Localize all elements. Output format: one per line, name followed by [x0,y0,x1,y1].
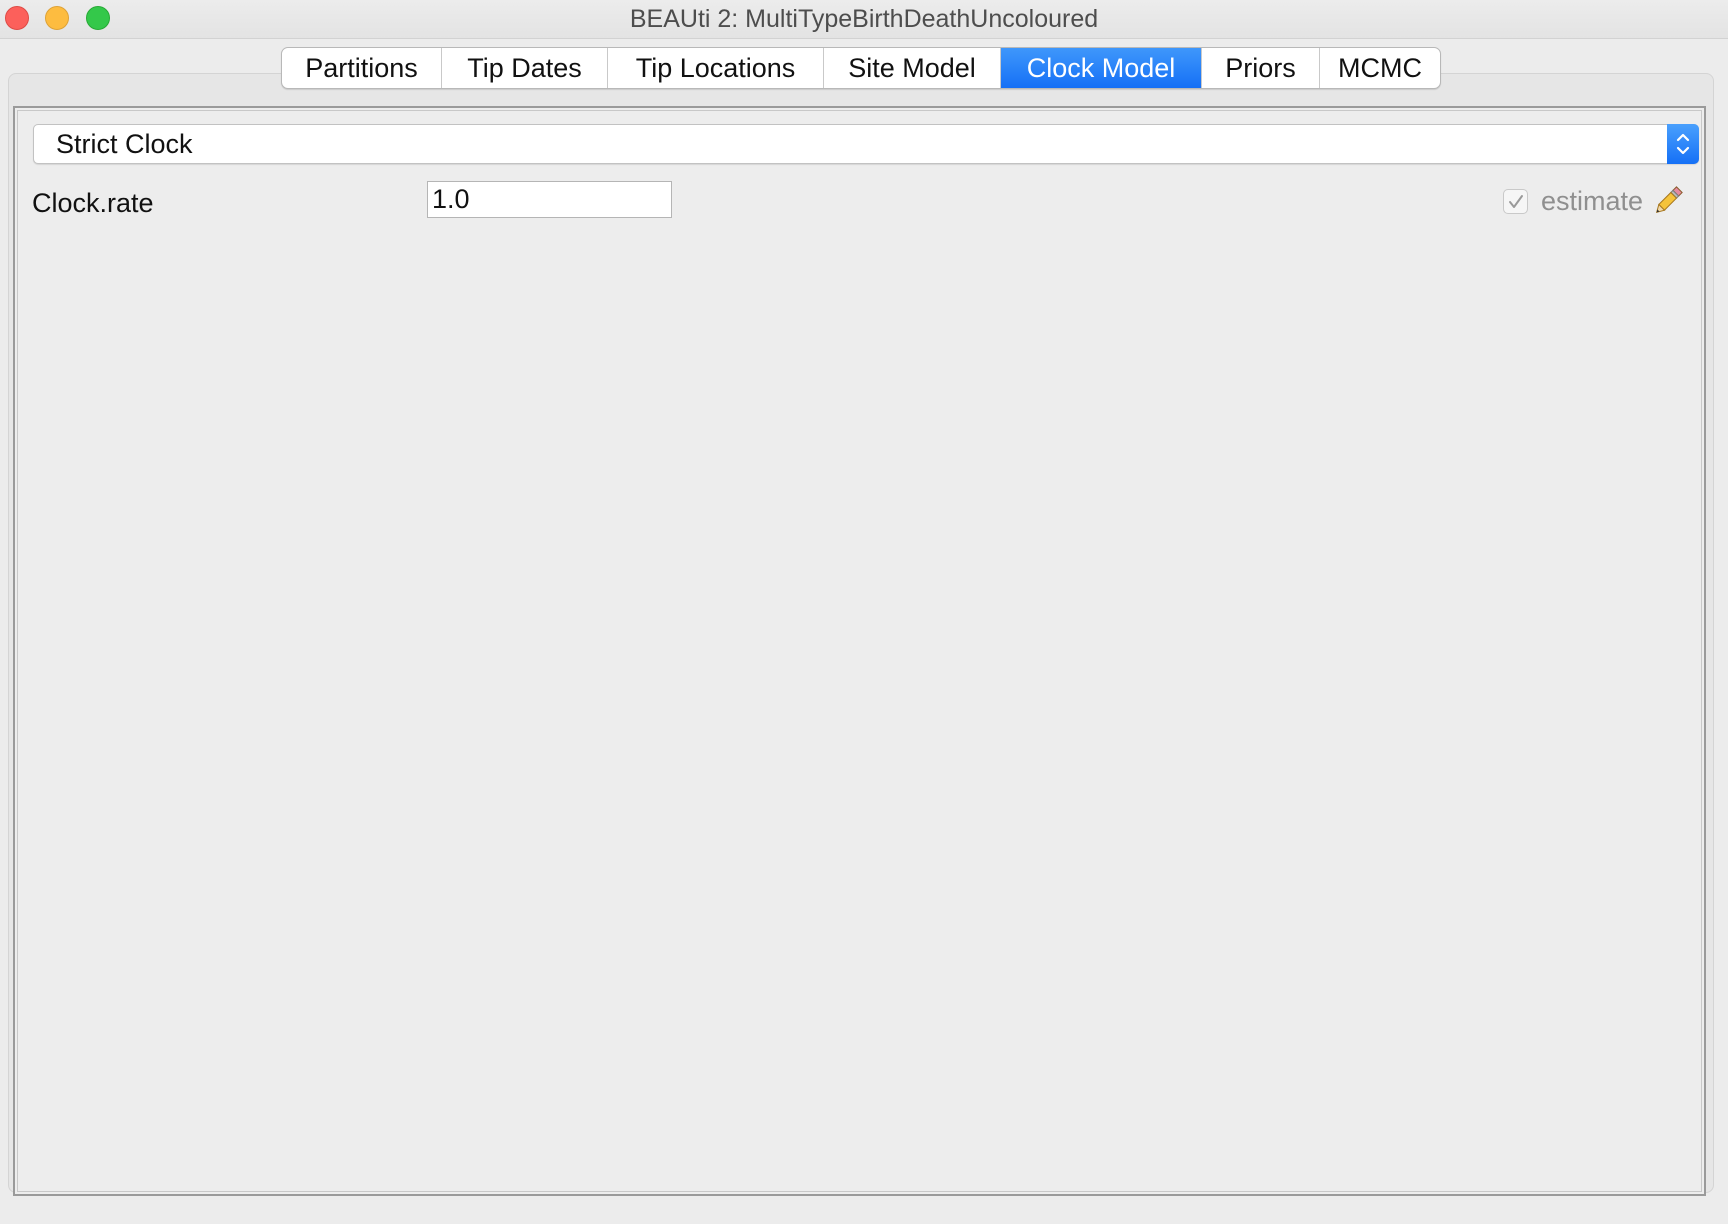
tab-site-model[interactable]: Site Model [824,48,1001,88]
pencil-icon[interactable] [1651,184,1685,218]
tab-clock-model[interactable]: Clock Model [1001,48,1202,88]
clock-rate-input[interactable] [427,181,672,218]
tab-partitions[interactable]: Partitions [282,48,442,88]
clock-rate-label: Clock.rate [32,188,154,218]
tab-mcmc[interactable]: MCMC [1320,48,1440,88]
tab-bar: Partitions Tip Dates Tip Locations Site … [281,47,1441,89]
estimate-group: estimate [1502,183,1685,219]
clock-model-select[interactable]: Strict Clock [33,124,1699,164]
estimate-checkbox[interactable] [1502,188,1528,214]
beauti-window: BEAUti 2: MultiTypeBirthDeathUncoloured … [0,0,1728,1224]
updown-chevron-icon[interactable] [1667,124,1699,164]
title-bar[interactable]: BEAUti 2: MultiTypeBirthDeathUncoloured [0,0,1728,39]
estimate-label: estimate [1540,185,1643,216]
clock-model-panel: Strict Clock Clock.rate estimate [13,106,1706,1196]
clock-model-selected: Strict Clock [56,129,193,159]
tab-tip-locations[interactable]: Tip Locations [608,48,824,88]
checkmark-icon [1508,194,1523,208]
window-title: BEAUti 2: MultiTypeBirthDeathUncoloured [629,5,1099,33]
clock-model-content: Strict Clock Clock.rate estimate [17,110,1702,1192]
tab-tip-dates[interactable]: Tip Dates [442,48,608,88]
tab-priors[interactable]: Priors [1202,48,1320,88]
